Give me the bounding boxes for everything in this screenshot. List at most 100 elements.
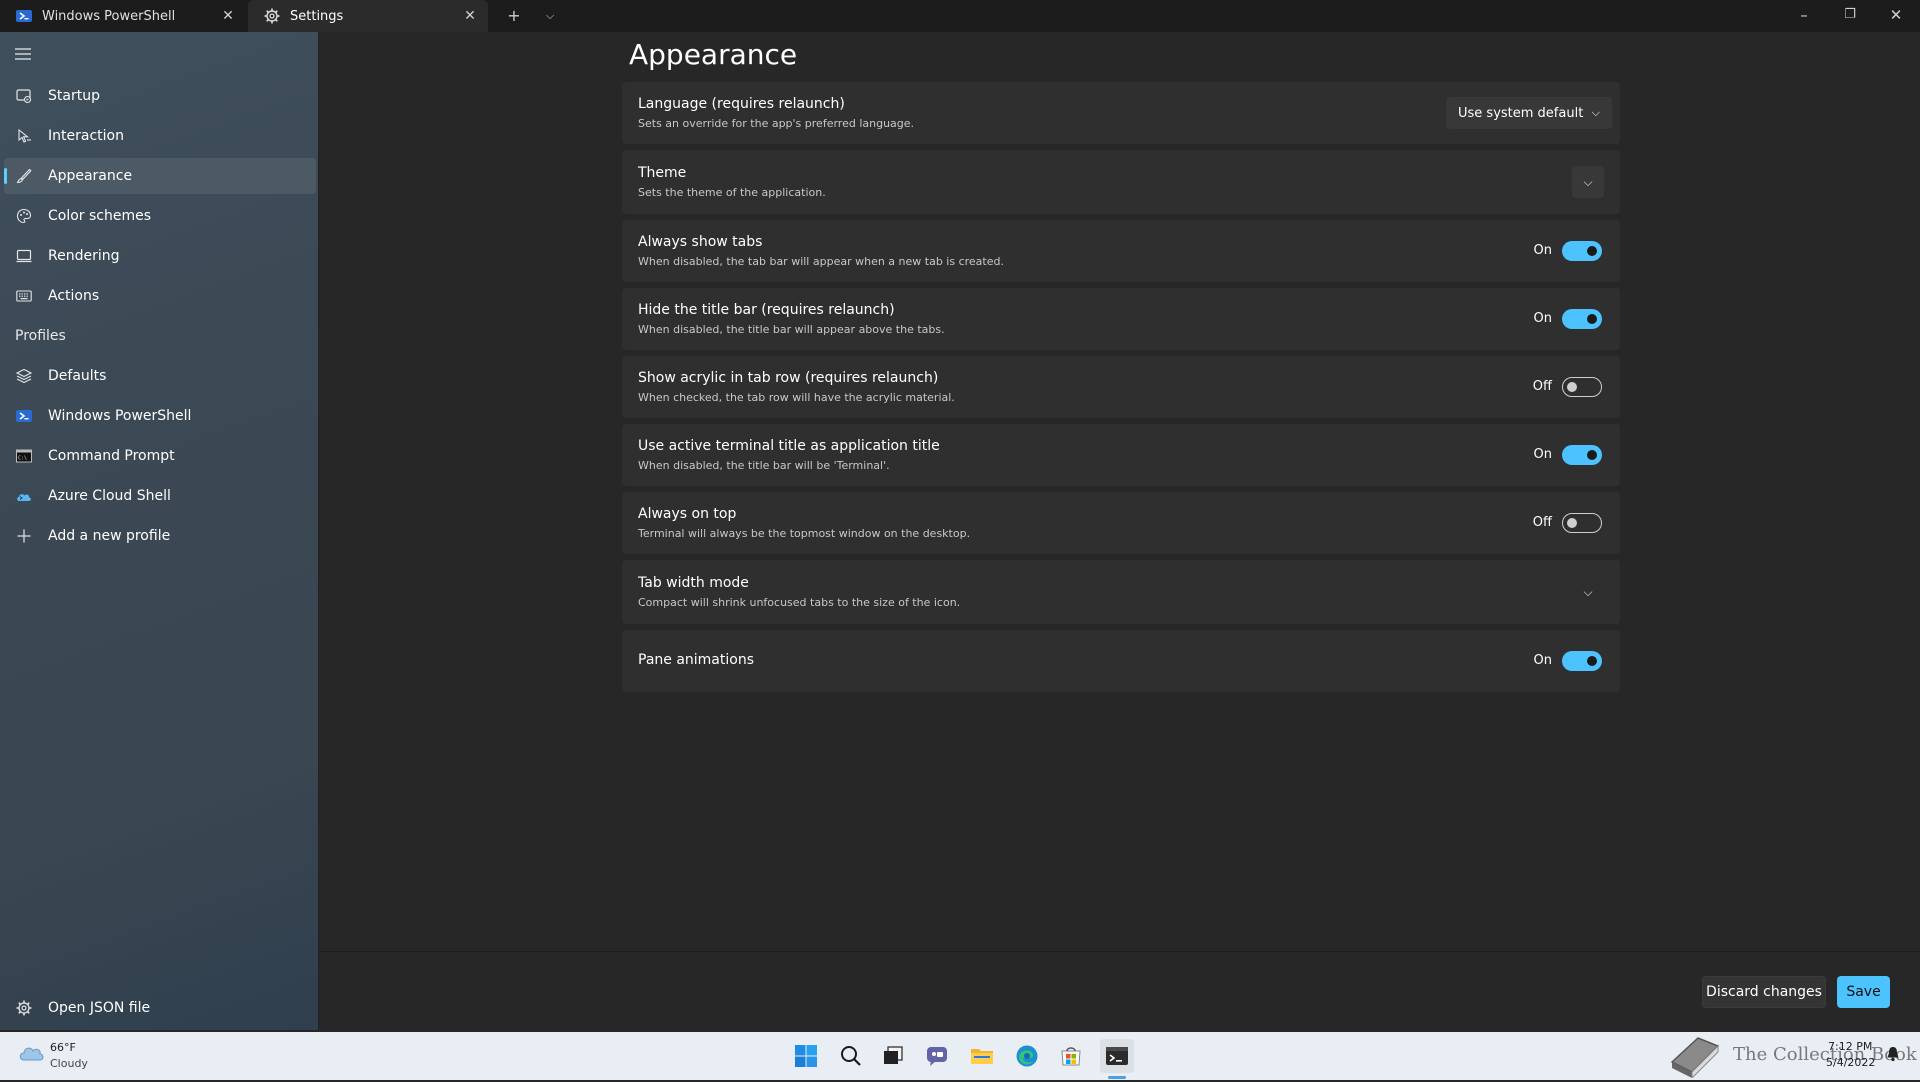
edge-icon <box>1016 1045 1038 1067</box>
setting-title: Use active terminal title as application… <box>638 438 940 454</box>
sidebar-item-azure-cloud-shell[interactable]: Azure Cloud Shell <box>4 478 316 514</box>
dropdown-value: Use system default <box>1458 105 1584 121</box>
discard-changes-button[interactable]: Discard changes <box>1702 976 1826 1008</box>
windows-start-icon <box>795 1045 817 1067</box>
active-app-indicator <box>1108 1076 1126 1079</box>
weather-widget[interactable] <box>18 1042 46 1070</box>
close-icon[interactable]: ✕ <box>220 8 236 24</box>
setting-always-show-tabs: Always show tabs When disabled, the tab … <box>622 220 1620 282</box>
minimize-button[interactable]: – <box>1781 0 1827 32</box>
open-json-file-button[interactable]: Open JSON file <box>4 990 316 1026</box>
add-new-profile-button[interactable]: Add a new profile <box>4 518 316 554</box>
keyboard-icon <box>15 287 33 305</box>
weather-description: Cloudy <box>50 1057 88 1070</box>
bell-icon <box>1887 1047 1899 1062</box>
setting-theme[interactable]: Theme Sets the theme of the application.… <box>622 150 1620 214</box>
toggle-state-label: On <box>1533 311 1552 326</box>
pane-animations-toggle[interactable] <box>1562 651 1602 671</box>
sidebar-item-label: Rendering <box>48 248 120 264</box>
store-icon <box>1061 1047 1081 1066</box>
cmd-icon: C:\ <box>15 447 33 465</box>
chevron-down-icon: ⌵ <box>1583 175 1593 189</box>
language-dropdown[interactable]: Use system default ⌵ <box>1446 97 1612 129</box>
sidebar-item-rendering[interactable]: Rendering <box>4 238 316 274</box>
edge-browser-button[interactable] <box>1013 1042 1041 1070</box>
monitor-icon <box>15 247 33 265</box>
sidebar-item-label: Command Prompt <box>48 448 175 464</box>
cloud-icon <box>19 1047 44 1061</box>
chat-icon <box>927 1047 947 1066</box>
notification-button[interactable] <box>1886 1046 1904 1064</box>
setting-description: When disabled, the title bar will be 'Te… <box>638 459 890 472</box>
setting-pane-animations: Pane animations On <box>622 630 1620 692</box>
start-button[interactable] <box>792 1042 820 1070</box>
plus-icon <box>15 527 33 545</box>
close-icon[interactable]: ✕ <box>462 8 478 24</box>
sidebar-item-command-prompt[interactable]: C:\ Command Prompt <box>4 438 316 474</box>
setting-language: Language (requires relaunch) Sets an ove… <box>622 82 1620 144</box>
tab-label: Windows PowerShell <box>42 8 176 24</box>
profiles-section-header: Profiles <box>15 328 66 344</box>
setting-show-acrylic: Show acrylic in tab row (requires relaun… <box>622 356 1620 418</box>
tab-settings[interactable]: Settings ✕ <box>248 0 488 32</box>
gear-icon <box>15 999 33 1017</box>
book-icon <box>1670 1037 1720 1080</box>
taskbar-search-button[interactable] <box>837 1042 865 1070</box>
task-view-button[interactable] <box>879 1042 907 1070</box>
show-acrylic-toggle[interactable] <box>1562 377 1602 397</box>
microsoft-store-button[interactable] <box>1057 1042 1085 1070</box>
expand-chevron-button[interactable]: ⌵ <box>1572 576 1604 608</box>
sidebar-item-startup[interactable]: Startup <box>4 78 316 114</box>
file-explorer-button[interactable] <box>968 1042 996 1070</box>
toggle-state-label: On <box>1533 243 1552 258</box>
always-show-tabs-toggle[interactable] <box>1562 241 1602 261</box>
chevron-down-icon: ⌵ <box>1583 585 1593 599</box>
setting-description: When disabled, the title bar will appear… <box>638 323 945 336</box>
setting-title: Show acrylic in tab row (requires relaun… <box>638 370 939 386</box>
tab-dropdown-button[interactable]: ⌵ <box>536 4 564 28</box>
sidebar-item-windows-powershell[interactable]: Windows PowerShell <box>4 398 316 434</box>
always-on-top-toggle[interactable] <box>1562 513 1602 533</box>
setting-description: When checked, the tab row will have the … <box>638 391 955 404</box>
close-window-button[interactable]: ✕ <box>1873 0 1919 32</box>
close-icon: ✕ <box>1889 6 1903 24</box>
restore-button[interactable]: ❐ <box>1827 0 1873 32</box>
setting-title: Pane animations <box>638 652 754 668</box>
setting-description: Terminal will always be the topmost wind… <box>638 527 971 540</box>
sidebar-item-defaults[interactable]: Defaults <box>4 358 316 394</box>
active-terminal-title-toggle[interactable] <box>1562 445 1602 465</box>
tab-windows-powershell[interactable]: Windows PowerShell ✕ <box>0 0 246 32</box>
sidebar-item-label: Defaults <box>48 368 107 384</box>
watermark-book-logo <box>1668 1032 1724 1080</box>
powershell-icon <box>15 407 33 425</box>
hamburger-menu-button[interactable] <box>14 46 34 66</box>
setting-tab-width-mode[interactable]: Tab width mode Compact will shrink unfoc… <box>622 560 1620 624</box>
setting-use-active-terminal-title: Use active terminal title as application… <box>622 424 1620 486</box>
folder-icon <box>971 1049 993 1064</box>
clock-time[interactable]: 7:12 PM <box>1828 1040 1872 1053</box>
weather-temperature: 66°F <box>50 1041 76 1054</box>
interaction-icon <box>15 127 33 145</box>
chevron-down-icon: ⌵ <box>545 9 555 22</box>
clock-date[interactable]: 5/4/2022 <box>1826 1056 1875 1069</box>
new-tab-button[interactable]: + <box>500 4 528 28</box>
toggle-state-label: On <box>1533 653 1552 668</box>
hide-title-bar-toggle[interactable] <box>1562 309 1602 329</box>
terminal-icon <box>1106 1047 1128 1065</box>
sidebar-item-color-schemes[interactable]: Color schemes <box>4 198 316 234</box>
save-button[interactable]: Save <box>1837 976 1890 1008</box>
setting-title: Always on top <box>638 506 737 522</box>
terminal-taskbar-button[interactable] <box>1100 1039 1134 1073</box>
hamburger-icon <box>15 48 31 60</box>
setting-title: Hide the title bar (requires relaunch) <box>638 302 895 318</box>
expand-chevron-button[interactable]: ⌵ <box>1572 166 1604 198</box>
search-icon <box>841 1046 861 1066</box>
sidebar-item-interaction[interactable]: Interaction <box>4 118 316 154</box>
teams-chat-button[interactable] <box>923 1042 951 1070</box>
windows-taskbar <box>0 1032 1920 1080</box>
powershell-icon <box>16 8 32 24</box>
sidebar-item-actions[interactable]: Actions <box>4 278 316 314</box>
setting-description: Compact will shrink unfocused tabs to th… <box>638 596 961 609</box>
sidebar-item-label: Azure Cloud Shell <box>48 488 171 504</box>
sidebar-item-appearance[interactable]: Appearance <box>4 158 316 194</box>
